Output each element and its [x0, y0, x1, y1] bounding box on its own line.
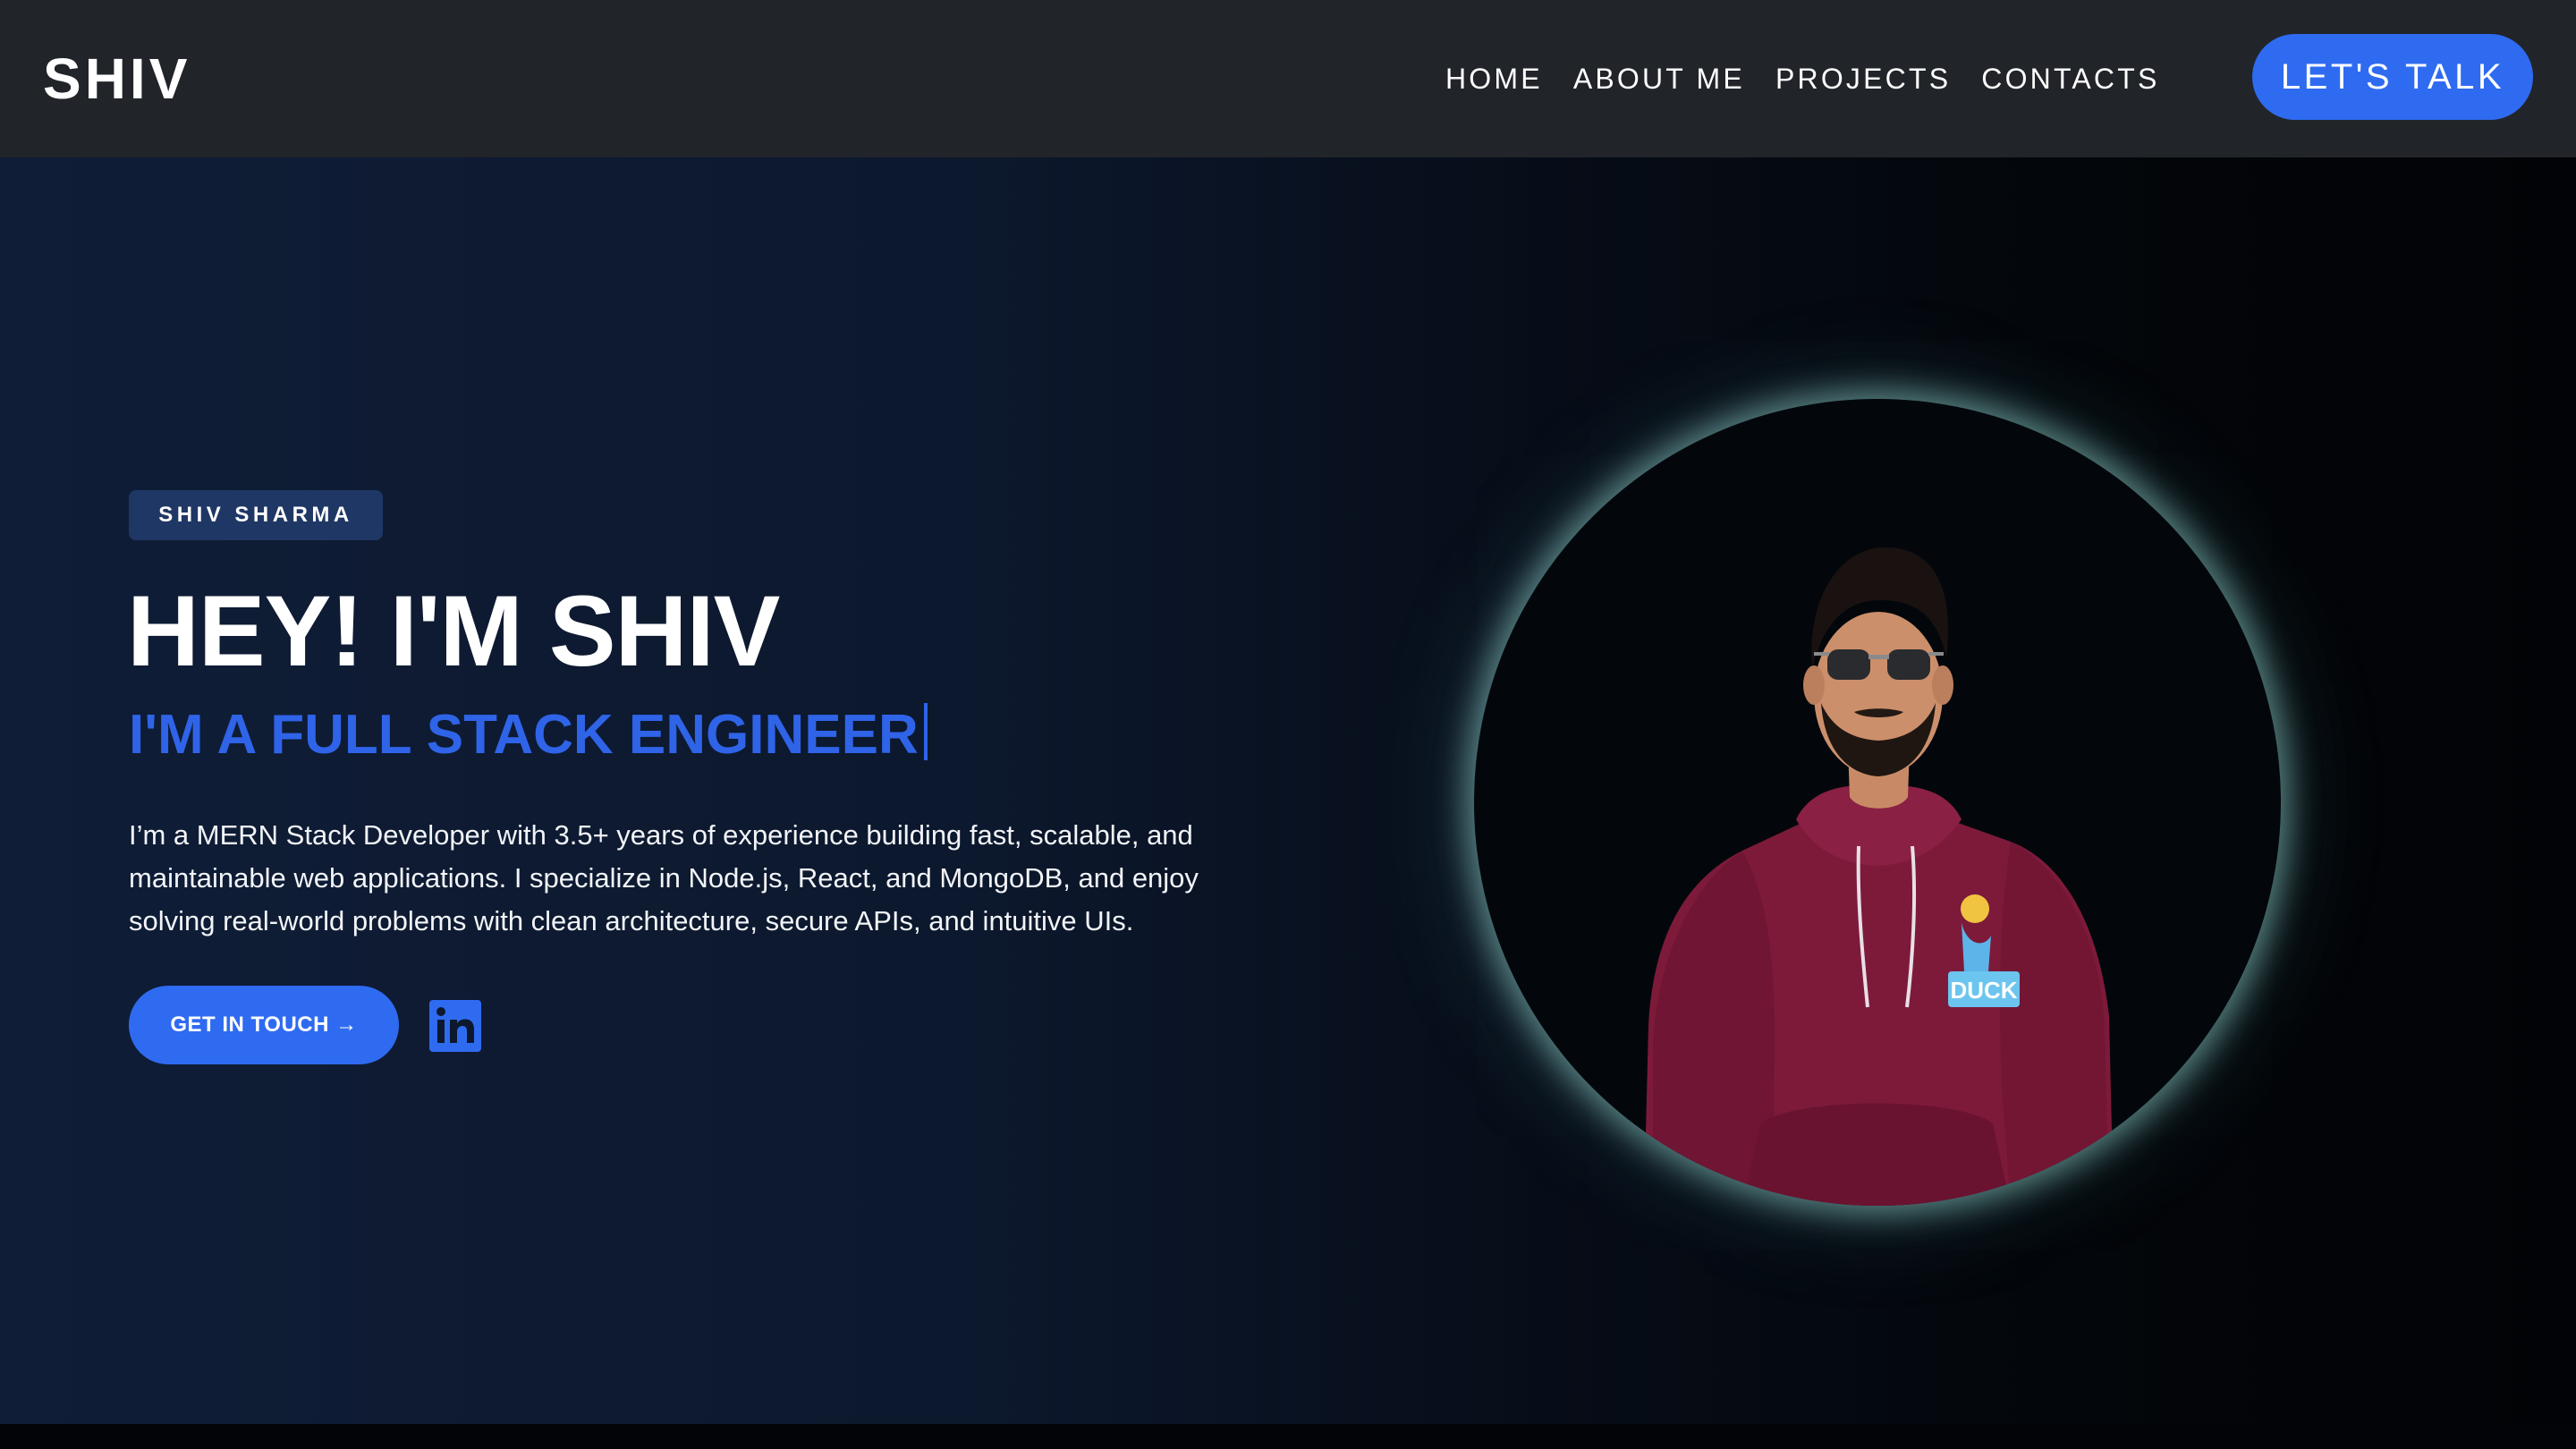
navbar: SHIV HOME ABOUT ME PROJECTS CONTACTS LET… — [0, 0, 2576, 157]
typing-caret — [923, 703, 928, 760]
nav-link-about-me[interactable]: ABOUT ME — [1573, 57, 1745, 100]
main-nav: HOME ABOUT ME PROJECTS CONTACTS — [1445, 57, 2160, 100]
site-logo[interactable]: SHIV — [43, 45, 191, 113]
lets-talk-button[interactable]: LET'S TALK — [2252, 34, 2533, 120]
hero-subheadline: I'M A FULL STACK ENGINEER — [129, 699, 928, 771]
nav-link-contacts[interactable]: CONTACTS — [1981, 57, 2159, 100]
get-in-touch-button[interactable]: GET IN TOUCH → — [129, 986, 399, 1064]
hero-headline: HEY! I'M SHIV — [127, 575, 780, 687]
footer-strip — [0, 1424, 2576, 1449]
hero-intro-text: I’m a MERN Stack Developer with 3.5+ yea… — [129, 819, 1199, 936]
hoodie-logo-text: DUCK — [1950, 977, 2017, 1004]
name-badge: SHIV SHARMA — [129, 490, 383, 540]
linkedin-icon[interactable] — [429, 1000, 481, 1052]
nav-link-home[interactable]: HOME — [1445, 57, 1543, 100]
subheadline-text: I'M A FULL STACK ENGINEER — [129, 704, 919, 766]
profile-photo: DUCK — [1474, 399, 2281, 1206]
nav-link-projects[interactable]: PROJECTS — [1775, 57, 1951, 100]
